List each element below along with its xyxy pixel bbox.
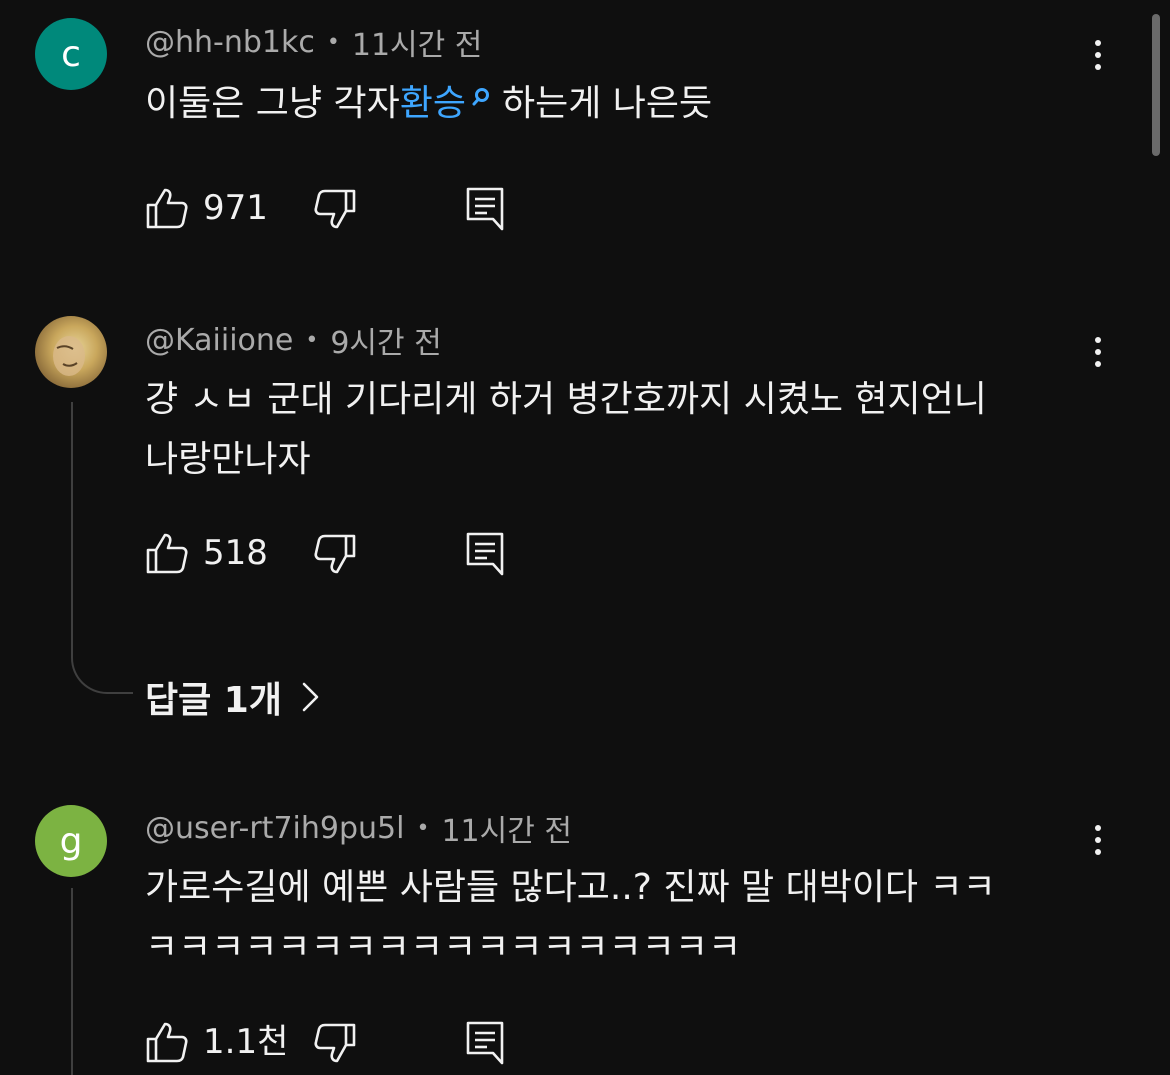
- separator-dot: •: [326, 29, 340, 55]
- comment-actions: 971: [145, 186, 565, 236]
- search-icon[interactable]: [466, 83, 502, 119]
- avatar[interactable]: g: [35, 805, 107, 877]
- search-link[interactable]: 환승: [400, 83, 502, 124]
- more-icon[interactable]: [1080, 330, 1116, 374]
- comment-meta: @hh-nb1kc • 11시간 전: [145, 20, 482, 64]
- comment-actions: 518: [145, 531, 565, 581]
- author-name[interactable]: @hh-nb1kc: [145, 25, 315, 60]
- avatar-image-icon: [53, 336, 85, 376]
- comment-text: 가로수길에 예쁜 사람들 많다고..? 진짜 말 대박이다 ㅋㅋ ㅋㅋㅋㅋㅋㅋㅋ…: [145, 858, 1075, 978]
- dislike-icon[interactable]: [313, 188, 357, 232]
- comment-text-end: 하는게 나은듯: [501, 83, 713, 124]
- thread-line: [71, 402, 73, 658]
- like-count: 518: [203, 533, 268, 573]
- chevron-right-icon[interactable]: [300, 680, 322, 714]
- dislike-icon[interactable]: [313, 533, 357, 577]
- separator-dot: •: [416, 815, 430, 841]
- thread-curve: [71, 656, 133, 694]
- author-name[interactable]: @user-rt7ih9pu5l: [145, 811, 404, 846]
- more-icon[interactable]: [1080, 818, 1116, 862]
- dislike-icon[interactable]: [313, 1022, 357, 1066]
- scrollbar-thumb[interactable]: [1152, 14, 1160, 156]
- comment-meta: @user-rt7ih9pu5l • 11시간 전: [145, 806, 572, 850]
- like-count: 1.1천: [203, 1022, 289, 1062]
- avatar[interactable]: [35, 316, 107, 388]
- replies-label[interactable]: 답글 1개: [145, 671, 282, 723]
- timestamp[interactable]: 11시간 전: [441, 806, 572, 850]
- comment-actions: 1.1천: [145, 1020, 565, 1070]
- timestamp[interactable]: 11시간 전: [352, 20, 483, 64]
- separator-dot: •: [305, 327, 319, 353]
- avatar-letter: g: [59, 820, 83, 862]
- like-icon[interactable]: [145, 531, 189, 575]
- comment-meta: @Kaiiione • 9시간 전: [145, 318, 442, 362]
- like-count: 971: [203, 188, 268, 228]
- comment-text-line: 나랑만나자: [145, 439, 311, 480]
- thread-line: [71, 888, 73, 1075]
- comment-text: 걍 ㅅㅂ 군대 기다리게 하거 병간호까지 시켰노 현지언니 나랑만나자: [145, 370, 1075, 490]
- more-icon[interactable]: [1080, 33, 1116, 77]
- avatar[interactable]: c: [35, 18, 107, 90]
- avatar-letter: c: [61, 33, 81, 75]
- comment-text: 이둘은 그냥 각자환승 하는게 나은듯: [145, 74, 1075, 134]
- comment-text-line: ㅋㅋㅋㅋㅋㅋㅋㅋㅋㅋㅋㅋㅋㅋㅋㅋㅋㅋ: [145, 927, 742, 968]
- timestamp[interactable]: 9시간 전: [330, 318, 441, 362]
- reply-icon[interactable]: [465, 1020, 505, 1066]
- author-name[interactable]: @Kaiiione: [145, 323, 293, 358]
- comment-text-start: 이둘은 그냥 각자: [145, 83, 400, 124]
- replies-button[interactable]: 답글 1개: [145, 672, 322, 722]
- comment-text-line: 가로수길에 예쁜 사람들 많다고..? 진짜 말 대박이다 ㅋㅋ: [145, 867, 996, 908]
- like-icon[interactable]: [145, 1020, 189, 1064]
- like-icon[interactable]: [145, 186, 189, 230]
- search-link-text[interactable]: 환승: [400, 83, 466, 124]
- comment-text-line: 걍 ㅅㅂ 군대 기다리게 하거 병간호까지 시켰노 현지언니: [145, 379, 987, 420]
- reply-icon[interactable]: [465, 186, 505, 232]
- reply-icon[interactable]: [465, 531, 505, 577]
